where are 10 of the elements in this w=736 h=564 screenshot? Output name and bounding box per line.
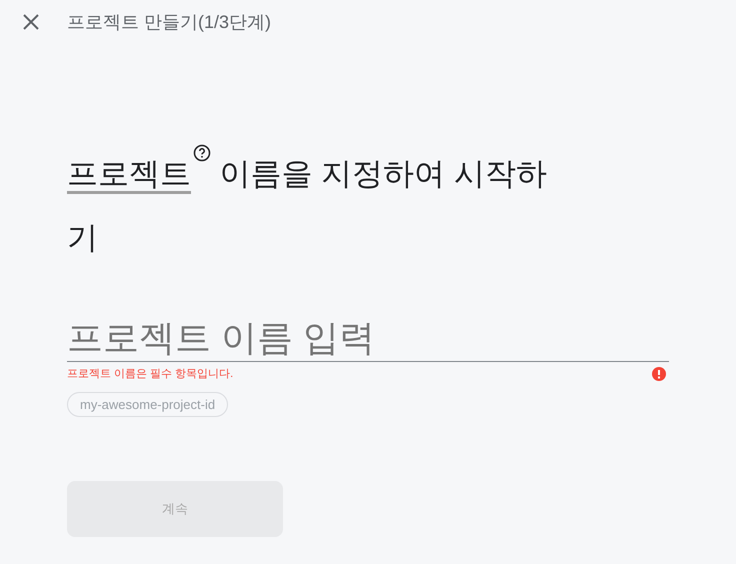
help-icon[interactable] [193,144,211,162]
close-button[interactable] [22,13,40,31]
error-message: 프로젝트 이름은 필수 항목입니다. [67,366,234,382]
error-icon [652,367,666,381]
project-id-chip: my-awesome-project-id [67,392,228,417]
project-name-field[interactable]: 프로젝트 이름 입력 [67,306,669,362]
page-title: 프로젝트 만들기(1/3단계) [67,10,272,34]
heading: 프로젝트 이름을 지정하여 시작하기 [67,142,557,270]
glossary-link[interactable]: 프로젝트 [67,156,191,194]
close-icon [22,13,40,31]
